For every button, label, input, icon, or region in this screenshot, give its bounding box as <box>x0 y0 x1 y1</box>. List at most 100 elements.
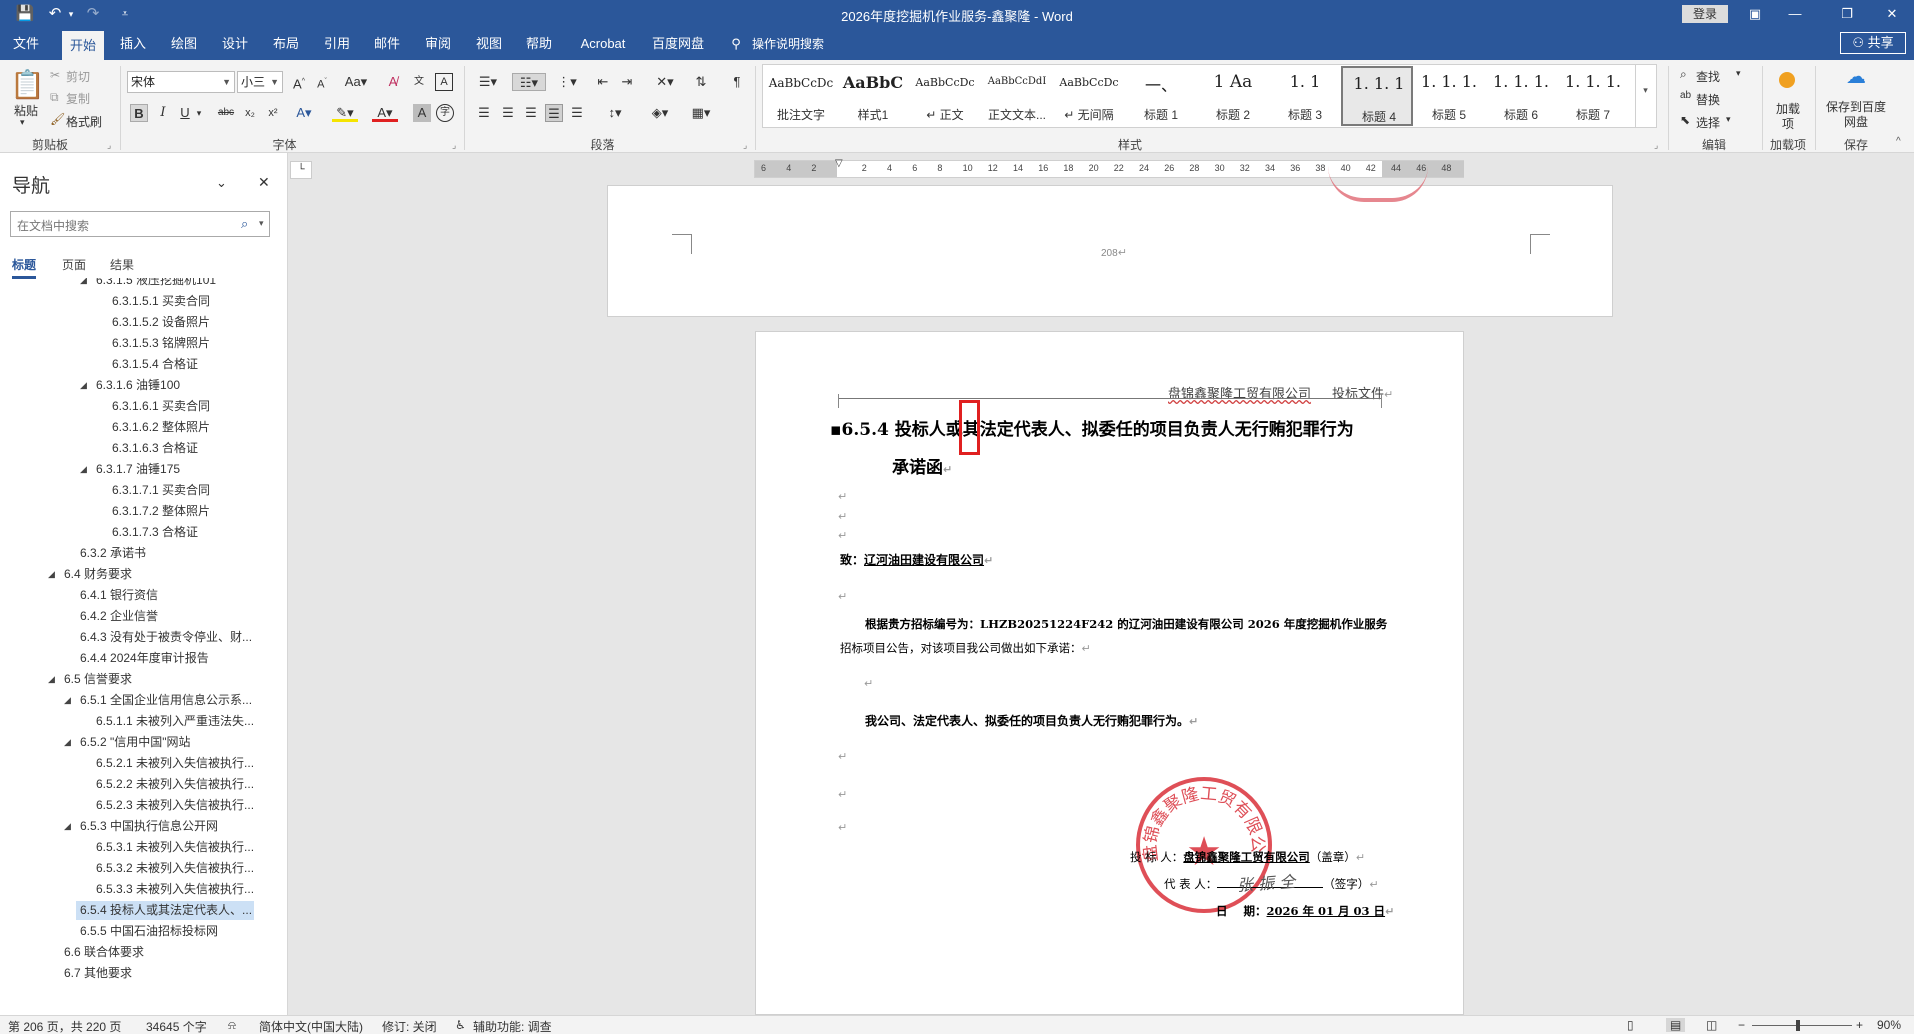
replace-icon[interactable]: ab <box>1680 90 1691 101</box>
paste-dropdown-icon[interactable]: ▾ <box>20 117 25 128</box>
style-item[interactable]: 1. 1. 1 标题 4 <box>1341 66 1413 126</box>
nav-heading-item[interactable]: 6.3.1.7.2 整体照片 <box>0 501 288 522</box>
nav-heading-item[interactable]: 6.4.3 没有处于被责令停业、财... <box>0 627 288 648</box>
replace-button[interactable]: 替换 <box>1696 91 1720 108</box>
nav-heading-item[interactable]: 6.3.1.7.1 买卖合同 <box>0 480 288 501</box>
select-button[interactable]: 选择 <box>1696 114 1720 131</box>
collapse-triangle-icon[interactable]: ◢ <box>48 564 55 585</box>
tab-file[interactable]: 文件 <box>8 28 44 60</box>
highlight-icon[interactable]: ✎▾ <box>332 104 358 122</box>
print-layout-icon[interactable]: ▤ <box>1666 1018 1686 1032</box>
styles-more-icon[interactable]: ▾ <box>1635 65 1655 127</box>
status-accessibility[interactable]: 辅助功能: 调查 <box>473 1018 552 1034</box>
bullets-icon[interactable]: ☰▾ <box>473 73 503 91</box>
chevron-down-icon[interactable]: ▾ <box>1726 114 1731 125</box>
nav-heading-item[interactable]: 6.5.3.1 未被列入失信被执行... <box>0 837 288 858</box>
tab-home[interactable]: 开始 <box>62 31 104 60</box>
tell-me-search[interactable]: 操作说明搜索 <box>752 28 838 60</box>
subscript-icon[interactable]: x₂ <box>241 104 259 122</box>
status-track-changes[interactable]: 修订: 关闭 <box>382 1018 437 1034</box>
strikethrough-icon[interactable]: abc <box>214 104 238 122</box>
close-icon[interactable]: ✕ <box>1872 3 1912 25</box>
tab-references[interactable]: 引用 <box>318 28 356 60</box>
style-item[interactable]: 1. 1. 1. 标题 7 <box>1557 66 1629 126</box>
phonetic-guide-icon[interactable]: 文 <box>410 73 428 91</box>
nav-heading-item[interactable]: 6.4.2 企业信誉 <box>0 606 288 627</box>
status-language[interactable]: 简体中文(中国大陆) <box>259 1018 363 1034</box>
increase-indent-icon[interactable]: ⇥ <box>618 73 636 91</box>
style-item[interactable]: 1. 1. 1. 标题 5 <box>1413 66 1485 126</box>
underline-dropdown-icon[interactable]: ▾ <box>190 104 208 122</box>
nav-heading-item[interactable]: ◢ 6.5 信誉要求 <box>0 669 288 690</box>
nav-heading-item[interactable]: 6.3.1.5.1 买卖合同 <box>0 291 288 312</box>
style-item[interactable]: AaBbCcDdI 正文文本... <box>981 66 1053 126</box>
shrink-font-icon[interactable]: Aˇ <box>313 73 331 91</box>
style-item[interactable]: 1. 1. 1. 标题 6 <box>1485 66 1557 126</box>
document-page[interactable]: 盘锦鑫聚隆工贸有限公司 投标文件↵ ▪6.5.4 投标人或其法定代表人、拟委任的… <box>755 331 1464 1015</box>
nav-heading-item[interactable]: ◢ 6.3.1.7 油锤175 <box>0 459 288 480</box>
show-marks-icon[interactable]: ¶ <box>728 73 746 91</box>
nav-heading-item[interactable]: 6.5.5 中国石油招标投标网 <box>0 921 288 942</box>
zoom-in-icon[interactable]: + <box>1856 1018 1863 1032</box>
cut-button[interactable]: 剪切 <box>66 68 90 85</box>
select-icon[interactable]: ⬉ <box>1680 113 1690 127</box>
align-center-icon[interactable]: ☰ <box>499 104 517 122</box>
tab-layout[interactable]: 布局 <box>267 28 305 60</box>
login-button[interactable]: 登录 <box>1682 5 1728 23</box>
nav-heading-item[interactable]: 6.3.2 承诺书 <box>0 543 288 564</box>
addins-icon[interactable] <box>1779 72 1795 88</box>
font-color-icon[interactable]: A▾ <box>372 104 398 122</box>
style-item[interactable]: AaBbCcDc 批注文字 <box>765 66 837 126</box>
numbering-icon[interactable]: ☷▾ <box>512 73 546 91</box>
enclose-char-icon[interactable]: 字 <box>436 104 454 122</box>
char-border-icon[interactable]: A <box>435 73 453 91</box>
nav-options-icon[interactable]: ⌄ <box>216 175 227 191</box>
styles-launcher-icon[interactable]: ⌟ <box>1654 140 1658 151</box>
nav-heading-item[interactable]: 6.5.1.1 未被列入严重违法失... <box>0 711 288 732</box>
nav-heading-item[interactable]: 6.3.1.6.2 整体照片 <box>0 417 288 438</box>
text-effects-icon[interactable]: A▾ <box>291 104 317 122</box>
nav-heading-item[interactable]: 6.3.1.7.3 合格证 <box>0 522 288 543</box>
baidu-cloud-icon[interactable]: ☁ <box>1842 66 1870 88</box>
cut-icon[interactable]: ✂ <box>50 68 60 82</box>
status-page[interactable]: 第 206 页，共 220 页 <box>8 1018 121 1034</box>
ribbon-display-icon[interactable]: ▣ <box>1735 3 1775 25</box>
change-case-icon[interactable]: Aa▾ <box>343 73 369 91</box>
copy-icon[interactable]: ⧉ <box>50 90 59 105</box>
nav-heading-item[interactable]: 6.3.1.5.4 合格证 <box>0 354 288 375</box>
zoom-slider-thumb[interactable] <box>1796 1020 1800 1031</box>
tab-draw[interactable]: 绘图 <box>165 28 203 60</box>
nav-heading-item[interactable]: ◢ 6.5.3 中国执行信息公开网 <box>0 816 288 837</box>
collapse-triangle-icon[interactable]: ◢ <box>48 669 55 690</box>
nav-tab-results[interactable]: 结果 <box>110 256 134 273</box>
nav-tab-pages[interactable]: 页面 <box>62 256 86 273</box>
vertical-scrollbar[interactable] <box>1900 153 1914 1015</box>
collapse-triangle-icon[interactable]: ◢ <box>80 459 87 480</box>
style-item[interactable]: AaBbCcDc ↵ 正文 <box>909 66 981 126</box>
font-launcher-icon[interactable]: ⌟ <box>452 140 456 151</box>
nav-heading-item[interactable]: 6.4.4 2024年度审计报告 <box>0 648 288 669</box>
nav-heading-item[interactable]: 6.5.4 投标人或其法定代表人、... <box>0 900 288 921</box>
find-button[interactable]: 查找 <box>1696 68 1720 85</box>
align-right-icon[interactable]: ☰ <box>522 104 540 122</box>
tab-review[interactable]: 审阅 <box>419 28 457 60</box>
minimize-icon[interactable]: — <box>1775 3 1815 25</box>
chinese-layout-icon[interactable]: ✕▾ <box>650 73 680 91</box>
format-painter-button[interactable]: 格式刷 <box>66 113 102 130</box>
tab-acrobat[interactable]: Acrobat <box>572 28 634 60</box>
superscript-icon[interactable]: x² <box>264 104 282 122</box>
collapse-triangle-icon[interactable]: ◢ <box>64 690 71 711</box>
decrease-indent-icon[interactable]: ⇤ <box>594 73 612 91</box>
grow-font-icon[interactable]: A^ <box>290 73 308 91</box>
chevron-down-icon[interactable]: ▾ <box>259 218 264 229</box>
format-painter-icon[interactable]: 🖌 <box>50 112 65 126</box>
tab-baidu[interactable]: 百度网盘 <box>646 28 710 60</box>
save-to-baidu-button[interactable]: 保存到百度网盘 <box>1826 100 1886 130</box>
nav-heading-item[interactable]: 6.5.2.1 未被列入失信被执行... <box>0 753 288 774</box>
collapse-triangle-icon[interactable]: ◢ <box>80 375 87 396</box>
paragraph-launcher-icon[interactable]: ⌟ <box>743 140 747 151</box>
font-name-combo[interactable]: 宋体 ▼ <box>127 71 235 93</box>
collapse-triangle-icon[interactable]: ◢ <box>64 816 71 837</box>
collapse-ribbon-icon[interactable]: ^ <box>1896 136 1901 147</box>
style-item[interactable]: 1. 1 标题 3 <box>1269 66 1341 126</box>
